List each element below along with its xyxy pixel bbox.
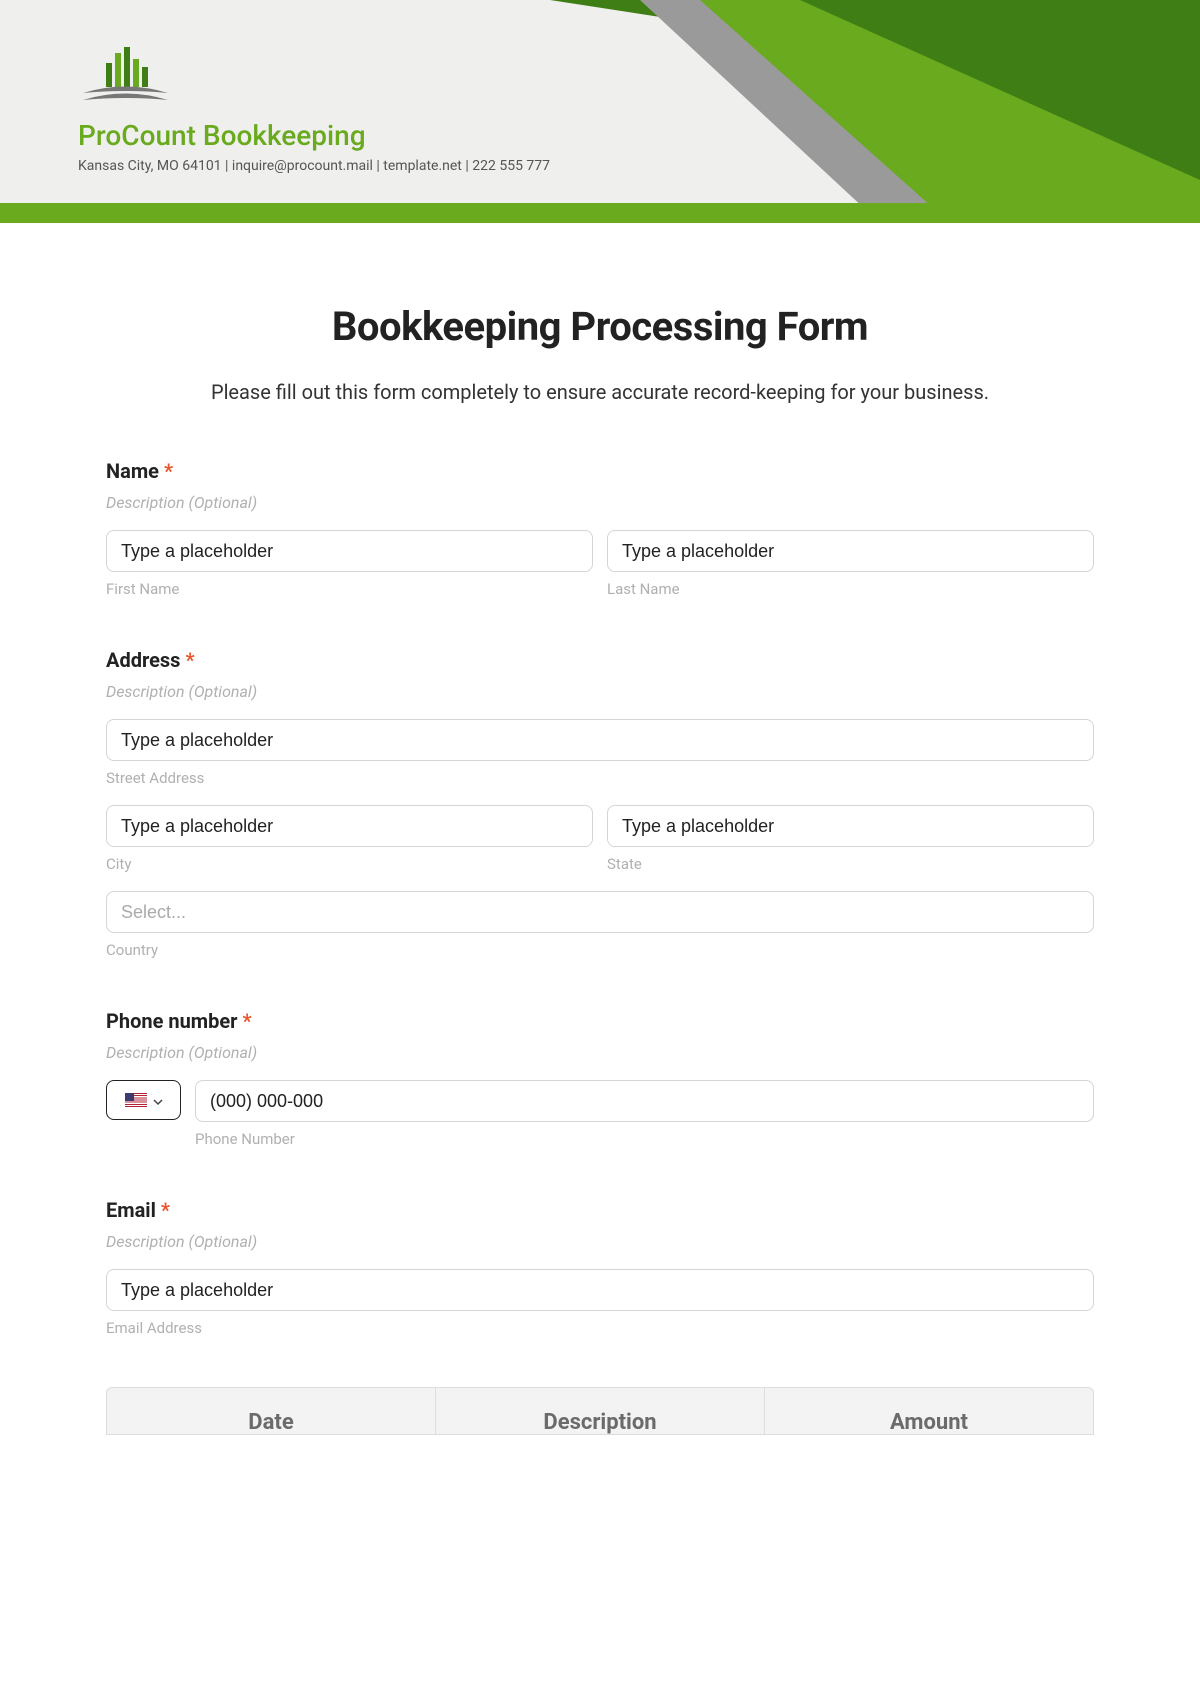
- name-label: Name *: [106, 459, 1094, 483]
- first-name-sublabel: First Name: [106, 580, 593, 598]
- last-name-sublabel: Last Name: [607, 580, 1094, 598]
- name-label-text: Name: [106, 459, 159, 483]
- section-phone: Phone number * Description (Optional) Ph…: [106, 1009, 1094, 1148]
- th-date: Date: [107, 1388, 436, 1434]
- email-input[interactable]: [106, 1269, 1094, 1311]
- street-input[interactable]: [106, 719, 1094, 761]
- country-sublabel: Country: [106, 941, 1094, 959]
- required-star: *: [164, 459, 173, 483]
- phone-desc: Description (Optional): [106, 1043, 1094, 1062]
- form-intro: Please fill out this form completely to …: [106, 380, 1094, 404]
- country-select[interactable]: [106, 891, 1094, 933]
- required-star: *: [185, 648, 194, 672]
- company-name: ProCount Bookkeeping: [78, 119, 550, 152]
- form-wrapper: Bookkeeping Processing Form Please fill …: [0, 223, 1200, 1435]
- phone-sublabel: Phone Number: [195, 1130, 1094, 1148]
- state-sublabel: State: [607, 855, 1094, 873]
- city-sublabel: City: [106, 855, 593, 873]
- logo-icon: [78, 45, 173, 105]
- header-accent-bar: [0, 203, 1200, 223]
- entries-table: Date Description Amount: [106, 1387, 1094, 1435]
- phone-input[interactable]: [195, 1080, 1094, 1122]
- address-label-text: Address: [106, 648, 180, 672]
- state-input[interactable]: [607, 805, 1094, 847]
- email-label: Email *: [106, 1198, 1094, 1222]
- header-banner: ProCount Bookkeeping Kansas City, MO 641…: [0, 0, 1200, 223]
- th-description: Description: [436, 1388, 765, 1434]
- last-name-input[interactable]: [607, 530, 1094, 572]
- city-input[interactable]: [106, 805, 593, 847]
- email-label-text: Email: [106, 1198, 156, 1222]
- email-sublabel: Email Address: [106, 1319, 1094, 1337]
- required-star: *: [161, 1198, 170, 1222]
- email-desc: Description (Optional): [106, 1232, 1094, 1251]
- th-amount: Amount: [765, 1388, 1093, 1434]
- section-address: Address * Description (Optional) Street …: [106, 648, 1094, 959]
- first-name-input[interactable]: [106, 530, 593, 572]
- section-email: Email * Description (Optional) Email Add…: [106, 1198, 1094, 1337]
- chevron-down-icon: [153, 1095, 163, 1105]
- required-star: *: [242, 1009, 251, 1033]
- phone-label: Phone number *: [106, 1009, 1094, 1033]
- table-header-row: Date Description Amount: [106, 1387, 1094, 1435]
- header-graphic: [500, 0, 1200, 223]
- brand-block: ProCount Bookkeeping Kansas City, MO 641…: [78, 45, 550, 174]
- name-desc: Description (Optional): [106, 493, 1094, 512]
- form-title: Bookkeeping Processing Form: [106, 303, 1094, 350]
- address-label: Address *: [106, 648, 1094, 672]
- flag-us-icon: [125, 1093, 147, 1107]
- company-meta: Kansas City, MO 64101 | inquire@procount…: [78, 158, 550, 174]
- section-name: Name * Description (Optional) First Name…: [106, 459, 1094, 598]
- street-sublabel: Street Address: [106, 769, 1094, 787]
- address-desc: Description (Optional): [106, 682, 1094, 701]
- country-code-button[interactable]: [106, 1080, 181, 1120]
- phone-label-text: Phone number: [106, 1009, 237, 1033]
